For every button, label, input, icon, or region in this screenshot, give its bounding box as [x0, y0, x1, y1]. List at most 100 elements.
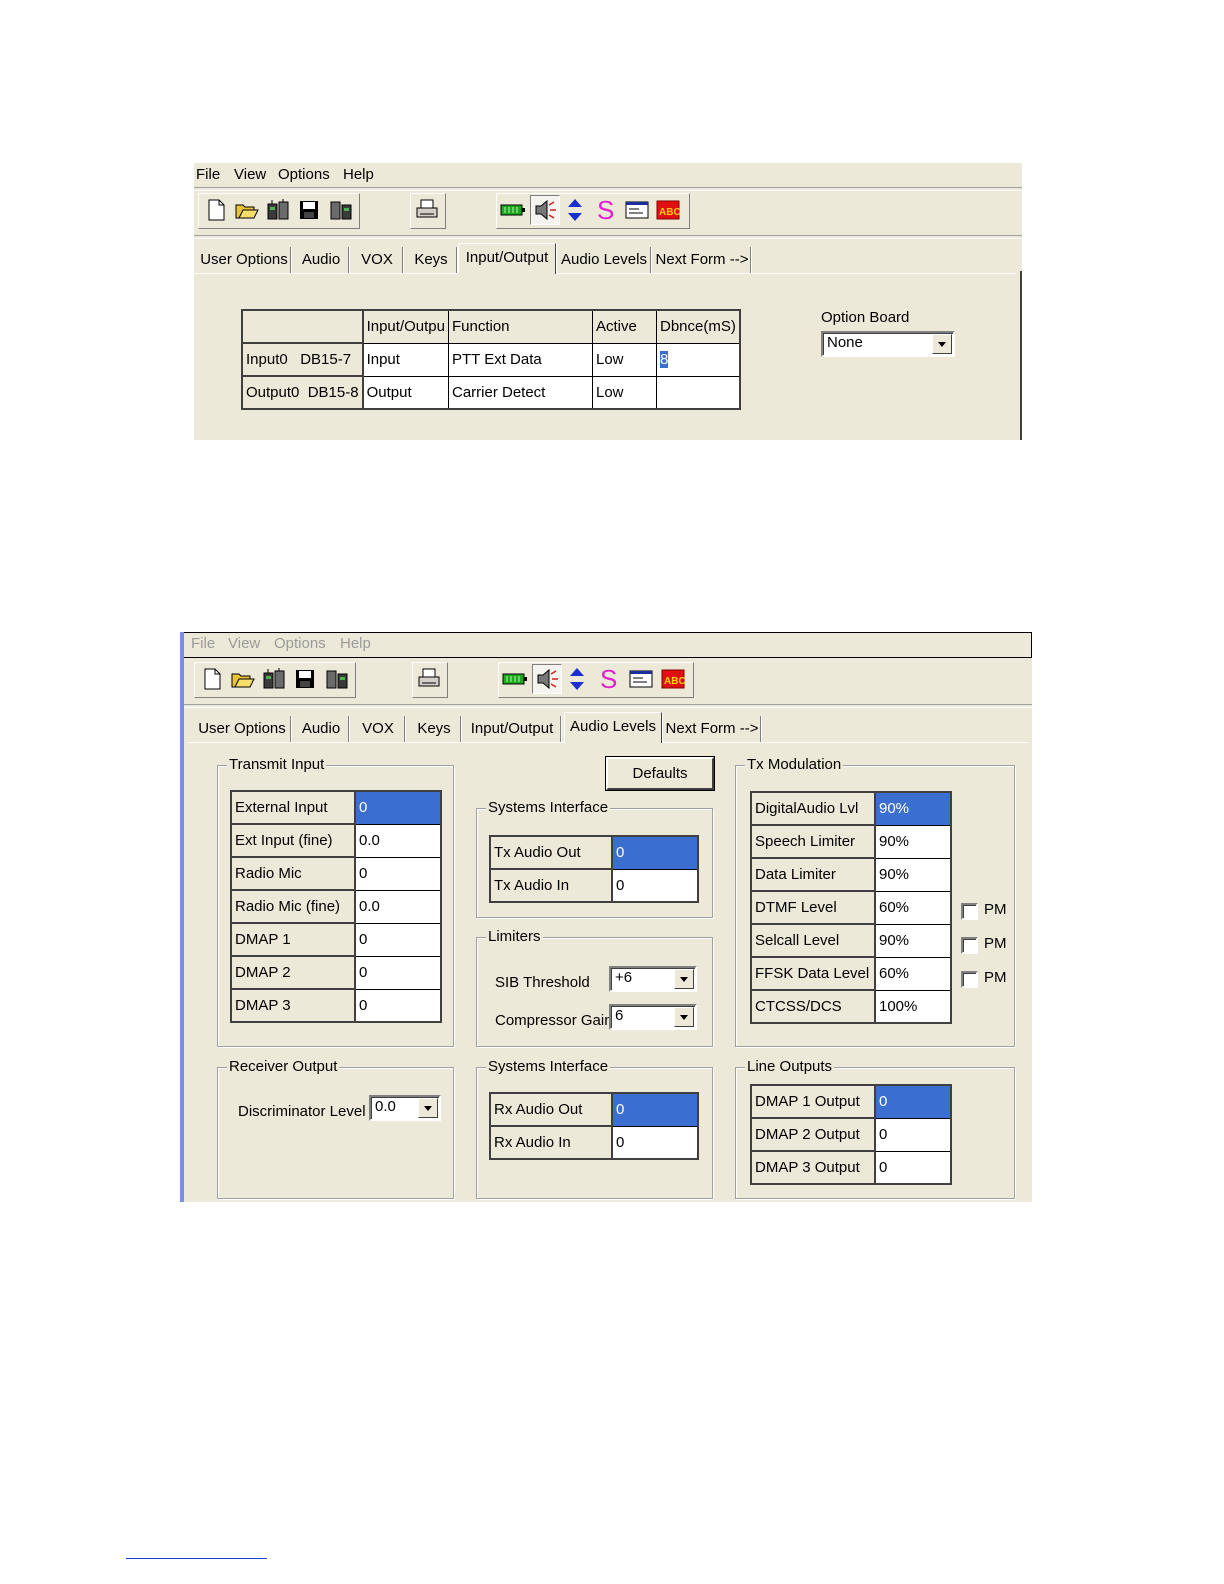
io-cell-function[interactable]: Carrier Detect: [447, 375, 593, 410]
tx-audio-in-field[interactable]: 0: [611, 868, 699, 903]
limiters-title: Limiters: [486, 928, 543, 945]
menu-help[interactable]: Help: [343, 166, 374, 183]
battery-icon[interactable]: [499, 196, 527, 224]
table-row: Selcall Level 90%: [750, 923, 952, 958]
tab-audio[interactable]: Audio: [294, 716, 349, 742]
tab-input-output[interactable]: Input/Output: [464, 716, 561, 742]
io-cell-debounce[interactable]: [655, 375, 741, 410]
tab-vox[interactable]: VOX: [352, 247, 403, 273]
menu-file[interactable]: File: [191, 635, 215, 652]
abc-icon[interactable]: ABC: [654, 196, 682, 224]
io-cell-active[interactable]: Low: [591, 342, 657, 377]
open-folder-icon[interactable]: [229, 665, 257, 693]
menu-view[interactable]: View: [228, 635, 260, 652]
dmap1-output-field[interactable]: 0: [874, 1084, 952, 1119]
read-radio-icon[interactable]: [260, 665, 288, 693]
abc-icon[interactable]: ABC: [659, 665, 687, 693]
read-radio-icon[interactable]: [264, 196, 292, 224]
io-cell-function[interactable]: PTT Ext Data: [447, 342, 593, 377]
toolbar: S ABC: [194, 193, 1022, 233]
tab-audio-levels[interactable]: Audio Levels: [564, 712, 662, 743]
dmap3-field[interactable]: 0: [354, 988, 442, 1023]
ext-input-fine-field[interactable]: 0.0: [354, 823, 442, 858]
tab-keys[interactable]: Keys: [406, 247, 457, 273]
selcall-level-field[interactable]: 90%: [874, 923, 952, 958]
defaults-button[interactable]: Defaults: [606, 757, 714, 790]
tab-audio-levels[interactable]: Audio Levels: [558, 247, 651, 273]
sib-threshold-select[interactable]: +6: [609, 966, 697, 992]
io-row-label: Output0 DB15-8: [241, 375, 364, 410]
table-row: DTMF Level 60%: [750, 890, 952, 925]
io-cell-type[interactable]: Output: [362, 375, 449, 410]
radio-mic-field[interactable]: 0: [354, 856, 442, 891]
dtmf-pm-checkbox[interactable]: [961, 903, 978, 920]
battery-icon[interactable]: [501, 665, 529, 693]
tab-next-form[interactable]: Next Form -->: [664, 716, 761, 742]
row-label: External Input: [230, 790, 356, 825]
open-folder-icon[interactable]: [233, 196, 261, 224]
write-radio-icon[interactable]: [323, 665, 351, 693]
dmap3-output-field[interactable]: 0: [874, 1150, 952, 1185]
io-cell-debounce[interactable]: 8: [655, 342, 741, 377]
chevron-down-icon[interactable]: [932, 334, 952, 354]
speech-limiter-field[interactable]: 90%: [874, 824, 952, 859]
tab-next-form[interactable]: Next Form -->: [654, 247, 751, 273]
ctcss-dcs-field[interactable]: 100%: [874, 989, 952, 1024]
ffsk-pm-checkbox[interactable]: [961, 971, 978, 988]
form-icon[interactable]: [627, 665, 655, 693]
rx-audio-in-field[interactable]: 0: [611, 1125, 699, 1160]
io-cell-type[interactable]: Input: [362, 342, 449, 377]
new-file-icon[interactable]: [198, 665, 226, 693]
menu-options[interactable]: Options: [278, 166, 330, 183]
save-icon[interactable]: [295, 196, 323, 224]
print-icon[interactable]: [415, 665, 443, 693]
io-cell-active[interactable]: Low: [591, 375, 657, 410]
chevron-down-icon[interactable]: [418, 1098, 438, 1118]
save-icon[interactable]: [291, 665, 319, 693]
form-icon[interactable]: [623, 196, 651, 224]
radio-mic-fine-field[interactable]: 0.0: [354, 889, 442, 924]
tx-audio-out-field[interactable]: 0: [611, 835, 699, 870]
data-limiter-field[interactable]: 90%: [874, 857, 952, 892]
menu-file[interactable]: File: [196, 166, 220, 183]
external-input-field[interactable]: 0: [354, 790, 442, 825]
new-file-icon[interactable]: [202, 196, 230, 224]
chevron-down-icon[interactable]: [674, 969, 694, 989]
print-icon[interactable]: [413, 196, 441, 224]
digital-audio-lvl-field[interactable]: 90%: [874, 791, 952, 826]
selcall-s-icon[interactable]: S: [595, 665, 623, 693]
speaker-icon[interactable]: [532, 664, 562, 694]
up-down-arrows-icon[interactable]: [563, 665, 591, 693]
tab-audio[interactable]: Audio: [294, 247, 349, 273]
rx-audio-out-field[interactable]: 0: [611, 1092, 699, 1127]
table-row: Radio Mic 0: [230, 856, 442, 891]
discriminator-level-select[interactable]: 0.0: [369, 1095, 441, 1121]
menu-view[interactable]: View: [234, 166, 266, 183]
dmap2-output-field[interactable]: 0: [874, 1117, 952, 1152]
compressor-gain-select[interactable]: 6: [609, 1004, 697, 1030]
row-label: Ext Input (fine): [230, 823, 356, 858]
limiters-group: Limiters SIB Threshold +6 Compressor Gai…: [476, 928, 713, 1047]
tab-keys[interactable]: Keys: [408, 716, 461, 742]
selcall-pm-checkbox[interactable]: [961, 937, 978, 954]
dtmf-level-field[interactable]: 60%: [874, 890, 952, 925]
tab-user-options[interactable]: User Options: [194, 716, 291, 742]
dmap2-field[interactable]: 0: [354, 955, 442, 990]
selcall-s-icon[interactable]: S: [592, 196, 620, 224]
tab-user-options[interactable]: User Options: [198, 247, 291, 273]
chevron-down-icon[interactable]: [674, 1007, 694, 1027]
ffsk-data-level-field[interactable]: 60%: [874, 956, 952, 991]
tab-vox[interactable]: VOX: [352, 716, 405, 742]
up-down-arrows-icon[interactable]: [561, 196, 589, 224]
tab-input-output[interactable]: Input/Output: [458, 243, 556, 274]
dmap1-field[interactable]: 0: [354, 922, 442, 957]
table-row: Tx Audio Out 0: [489, 835, 699, 870]
receiver-output-group: Receiver Output Discriminator Level 0.0: [217, 1058, 454, 1199]
svg-text:ABC: ABC: [664, 676, 685, 687]
row-label: Data Limiter: [750, 857, 876, 892]
speaker-icon[interactable]: [530, 195, 560, 225]
write-radio-icon[interactable]: [327, 196, 355, 224]
option-board-select[interactable]: None: [821, 331, 955, 357]
menu-options[interactable]: Options: [274, 635, 326, 652]
menu-help[interactable]: Help: [340, 635, 371, 652]
